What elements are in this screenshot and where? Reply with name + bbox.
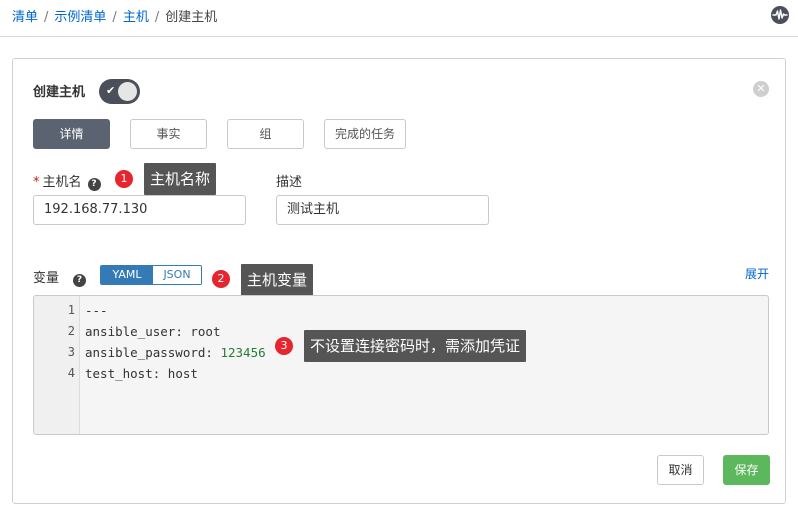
code-key: ansible_user bbox=[85, 324, 176, 339]
help-icon[interactable]: ? bbox=[87, 178, 101, 191]
annotation-badge-2: 2 bbox=[212, 270, 230, 288]
tab-groups[interactable]: 组 bbox=[227, 119, 304, 149]
code-separator: : bbox=[205, 345, 221, 360]
code-value: host bbox=[167, 366, 198, 381]
code-line: --- bbox=[85, 303, 108, 318]
yaml-button[interactable]: YAML bbox=[101, 266, 153, 284]
close-icon[interactable]: ✕ bbox=[753, 81, 769, 97]
variables-label-text: 变量 bbox=[33, 271, 60, 286]
code-separator: : bbox=[152, 366, 168, 381]
check-icon: ✔ bbox=[106, 84, 116, 97]
cancel-button[interactable]: 取消 bbox=[657, 455, 704, 485]
breadcrumb-hosts[interactable]: 主机 bbox=[123, 10, 149, 25]
line-number: 1 bbox=[67, 303, 75, 317]
host-name-label: * 主机名? bbox=[33, 171, 101, 191]
expand-link[interactable]: 展开 bbox=[745, 265, 769, 282]
tab-facts[interactable]: 事实 bbox=[130, 119, 207, 149]
top-bar: 清单 / 示例清单 / 主机 / 创建主机 bbox=[0, 0, 798, 37]
breadcrumb: 清单 / 示例清单 / 主机 / 创建主机 bbox=[12, 9, 217, 27]
breadcrumb-current: 创建主机 bbox=[165, 10, 218, 25]
code-value: 123456 bbox=[220, 345, 266, 360]
annotation-badge-3: 3 bbox=[275, 337, 293, 355]
annotation-callout-3: 不设置连接密码时，需添加凭证 bbox=[304, 330, 527, 362]
help-icon[interactable]: ? bbox=[73, 274, 87, 287]
code-key: --- bbox=[85, 303, 108, 318]
breadcrumb-separator: / bbox=[44, 10, 49, 25]
required-marker: * bbox=[33, 175, 40, 190]
enabled-toggle[interactable]: ✔ bbox=[99, 79, 140, 104]
format-toggle: YAML JSON bbox=[100, 265, 202, 285]
code-key: test_host bbox=[85, 366, 153, 381]
line-number-gutter: 1 2 3 4 bbox=[34, 296, 80, 434]
description-input[interactable]: 测试主机 bbox=[276, 195, 489, 225]
tab-details[interactable]: 详情 bbox=[33, 119, 110, 149]
code-line: test_host: host bbox=[85, 366, 198, 381]
save-button[interactable]: 保存 bbox=[723, 455, 770, 485]
breadcrumb-separator: / bbox=[112, 10, 117, 25]
code-value: root bbox=[190, 324, 221, 339]
activity-icon[interactable] bbox=[770, 5, 790, 25]
line-number: 4 bbox=[67, 366, 75, 380]
breadcrumb-inventories[interactable]: 清单 bbox=[12, 10, 38, 25]
host-name-label-text: 主机名 bbox=[42, 175, 82, 190]
annotation-badge-1: 1 bbox=[115, 170, 133, 188]
code-key: ansible_password bbox=[85, 345, 206, 360]
breadcrumb-separator: / bbox=[154, 10, 160, 25]
card-title: 创建主机 bbox=[33, 85, 86, 100]
json-button[interactable]: JSON bbox=[153, 266, 201, 284]
line-number: 3 bbox=[67, 345, 75, 359]
breadcrumb-example-inventory[interactable]: 示例清单 bbox=[54, 10, 106, 25]
annotation-callout-2: 主机变量 bbox=[241, 264, 314, 296]
line-number: 2 bbox=[67, 324, 75, 338]
create-host-card: 创建主机 ✔ ✕ 详情 事实 组 完成的任务 * 主机名? 192.168.77.… bbox=[12, 58, 786, 504]
variables-editor[interactable]: 1 2 3 4 --- ansible_user: root ansible_p… bbox=[33, 295, 769, 435]
variables-label: 变量? bbox=[33, 267, 87, 287]
host-name-input[interactable]: 192.168.77.130 bbox=[33, 195, 246, 225]
code-separator: : bbox=[175, 324, 191, 339]
annotation-callout-1: 主机名称 bbox=[144, 163, 217, 195]
code-line: ansible_user: root bbox=[85, 324, 220, 339]
tab-completed-jobs[interactable]: 完成的任务 bbox=[324, 119, 406, 149]
description-label: 描述 bbox=[276, 175, 303, 190]
code-line: ansible_password: 123456 bbox=[85, 345, 266, 360]
toggle-knob bbox=[118, 82, 137, 101]
